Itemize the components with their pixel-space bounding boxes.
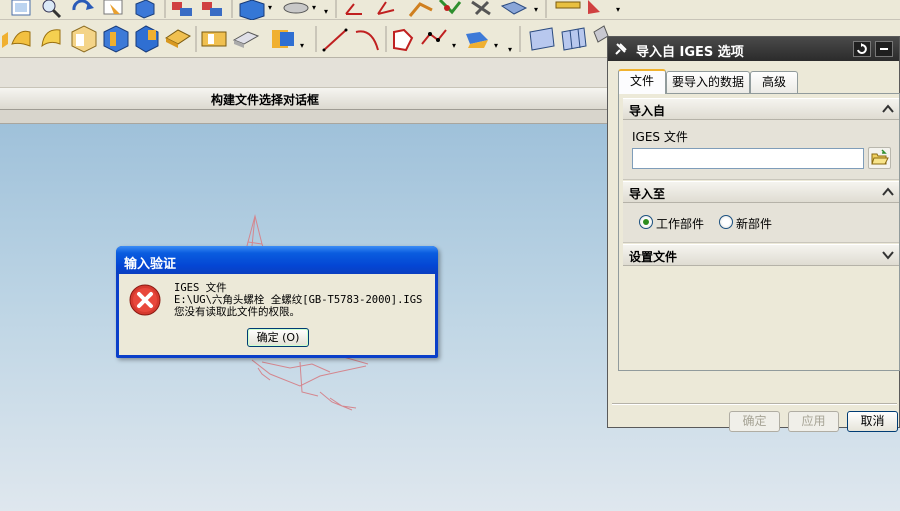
tab-data-to-import[interactable]: 要导入的数据 — [666, 71, 750, 93]
sketch-icon[interactable] — [393, 28, 414, 52]
svg-text:▾: ▾ — [452, 41, 456, 50]
svg-text:▾: ▾ — [508, 45, 512, 54]
section-import-to-body: 工作部件 新部件 — [623, 203, 899, 243]
reset-icon — [857, 43, 867, 54]
render-style-icon[interactable]: ▾ ▾ — [283, 2, 328, 16]
minus-icon — [880, 48, 888, 50]
zoom-icon[interactable] — [42, 0, 62, 19]
pan-icon[interactable] — [103, 0, 123, 15]
error-message-permission: 您没有读取此文件的权限。 — [174, 306, 300, 318]
iges-file-input[interactable] — [632, 148, 864, 169]
cone-icon[interactable] — [135, 25, 159, 53]
arc-icon[interactable] — [355, 30, 379, 51]
chevron-up-icon[interactable] — [879, 100, 897, 118]
iges-dialog-titlebar: 导入自 IGES 选项 — [608, 37, 899, 61]
orient-view-icon[interactable] — [135, 0, 155, 19]
ok-button[interactable]: 确定 (O) — [247, 328, 309, 347]
cylinder-icon[interactable] — [103, 25, 129, 53]
svg-text:▾: ▾ — [312, 3, 316, 12]
layer-icon[interactable] — [172, 2, 192, 16]
cancel-button[interactable]: 取消 — [847, 411, 898, 432]
fit-icon[interactable] — [11, 0, 31, 16]
new-part-label: 新部件 — [736, 217, 773, 231]
work-part-label: 工作部件 — [656, 217, 705, 231]
section-import-to-header[interactable]: 导入至 — [623, 181, 899, 203]
collapse-button[interactable] — [875, 41, 893, 57]
iges-dialog-title: 导入自 IGES 选项 — [636, 45, 744, 60]
open-folder-icon — [871, 149, 889, 165]
error-message-line1: IGES 文件 — [174, 282, 227, 294]
trim-icon[interactable] — [232, 31, 260, 48]
iges-file-label: IGES 文件 — [632, 130, 688, 144]
section-settings-file-header[interactable]: 设置文件 — [623, 244, 899, 266]
layer-settings-icon[interactable] — [202, 2, 222, 16]
error-dialog-title: 输入验证 — [116, 246, 438, 274]
section-import-to-label: 导入至 — [629, 187, 666, 201]
mesh-surface-icon[interactable] — [561, 27, 587, 51]
svg-text:▾: ▾ — [616, 5, 620, 14]
standard-toolbar: ▾ ▾ ▾ ▾ ▾ — [0, 0, 900, 21]
point-icon[interactable]: ▾ ▾ — [466, 32, 512, 54]
chevron-up-icon[interactable] — [879, 183, 897, 201]
reset-button[interactable] — [853, 41, 871, 57]
file-dialog-title: 构建文件选择对话框 — [210, 93, 319, 107]
section-import-from-header[interactable]: 导入自 — [623, 98, 899, 120]
display-edit-icon[interactable]: ▾ — [555, 0, 620, 14]
svg-text:▾: ▾ — [324, 7, 328, 16]
iges-dialog-content: 文件 要导入的数据 高级 导入自 IGES 文件 导入至 工作部件 新部件 设置… — [608, 61, 900, 432]
input-validation-dialog: 输入验证 IGES 文件 E:\UG\六角头螺栓 全螺纹[GB-T5783-20… — [116, 246, 438, 358]
face-icon[interactable] — [529, 27, 555, 51]
error-dialog-body: IGES 文件 E:\UG\六角头螺栓 全螺纹[GB-T5783-2000].I… — [119, 274, 435, 355]
datum-csys-icon[interactable] — [345, 3, 362, 15]
error-message-path: E:\UG\六角头螺栓 全螺纹[GB-T5783-2000].IGS — [174, 294, 423, 306]
block-icon[interactable] — [71, 25, 97, 53]
error-icon — [129, 284, 161, 316]
wcs-rotate-icon[interactable] — [408, 2, 433, 17]
rotate-icon[interactable] — [72, 0, 94, 11]
tab-advanced[interactable]: 高级 — [750, 71, 798, 93]
feature-icon[interactable]: ▾ — [272, 30, 304, 50]
sweep-icon[interactable] — [41, 29, 61, 48]
snap-icon[interactable] — [471, 0, 491, 16]
svg-text:▾: ▾ — [494, 41, 498, 50]
wcs-origin-icon[interactable] — [377, 1, 395, 15]
analysis-icon[interactable] — [438, 0, 462, 15]
boolean-icon[interactable] — [201, 31, 227, 47]
sphere-icon[interactable] — [165, 29, 191, 48]
button-separator — [612, 403, 897, 405]
standard-toolbar-icons: ▾ ▾ ▾ ▾ ▾ — [11, 0, 620, 21]
section-import-from-body: IGES 文件 — [623, 120, 899, 180]
spline-icon[interactable]: ▾ — [421, 29, 456, 50]
file-tab-panel: 导入自 IGES 文件 导入至 工作部件 新部件 设置文件 — [618, 93, 900, 371]
ok-button-disabled[interactable]: 确定 — [729, 411, 780, 432]
iges-import-dialog: 导入自 IGES 选项 文件 要导入的数据 高级 导入自 IGES 文件 导入至… — [607, 36, 900, 432]
section-settings-file-label: 设置文件 — [629, 250, 678, 264]
shaded-view-icon[interactable]: ▾ — [239, 0, 272, 21]
pin-icon[interactable] — [614, 42, 628, 56]
line-icon[interactable] — [322, 28, 348, 52]
work-part-radio[interactable] — [639, 215, 653, 229]
svg-text:▾: ▾ — [534, 5, 538, 14]
apply-button[interactable]: 应用 — [788, 411, 839, 432]
revolve-icon[interactable] — [11, 30, 31, 47]
svg-text:▾: ▾ — [300, 41, 304, 50]
browse-button[interactable] — [868, 147, 891, 169]
extrude-icon[interactable] — [2, 32, 8, 48]
through-curves-icon[interactable] — [593, 25, 609, 43]
new-part-radio[interactable] — [719, 215, 733, 229]
chevron-down-icon[interactable] — [879, 246, 897, 264]
measure-icon[interactable]: ▾ — [500, 1, 538, 15]
svg-text:▾: ▾ — [268, 3, 272, 12]
tab-file[interactable]: 文件 — [618, 69, 666, 94]
section-import-from-label: 导入自 — [629, 104, 666, 118]
